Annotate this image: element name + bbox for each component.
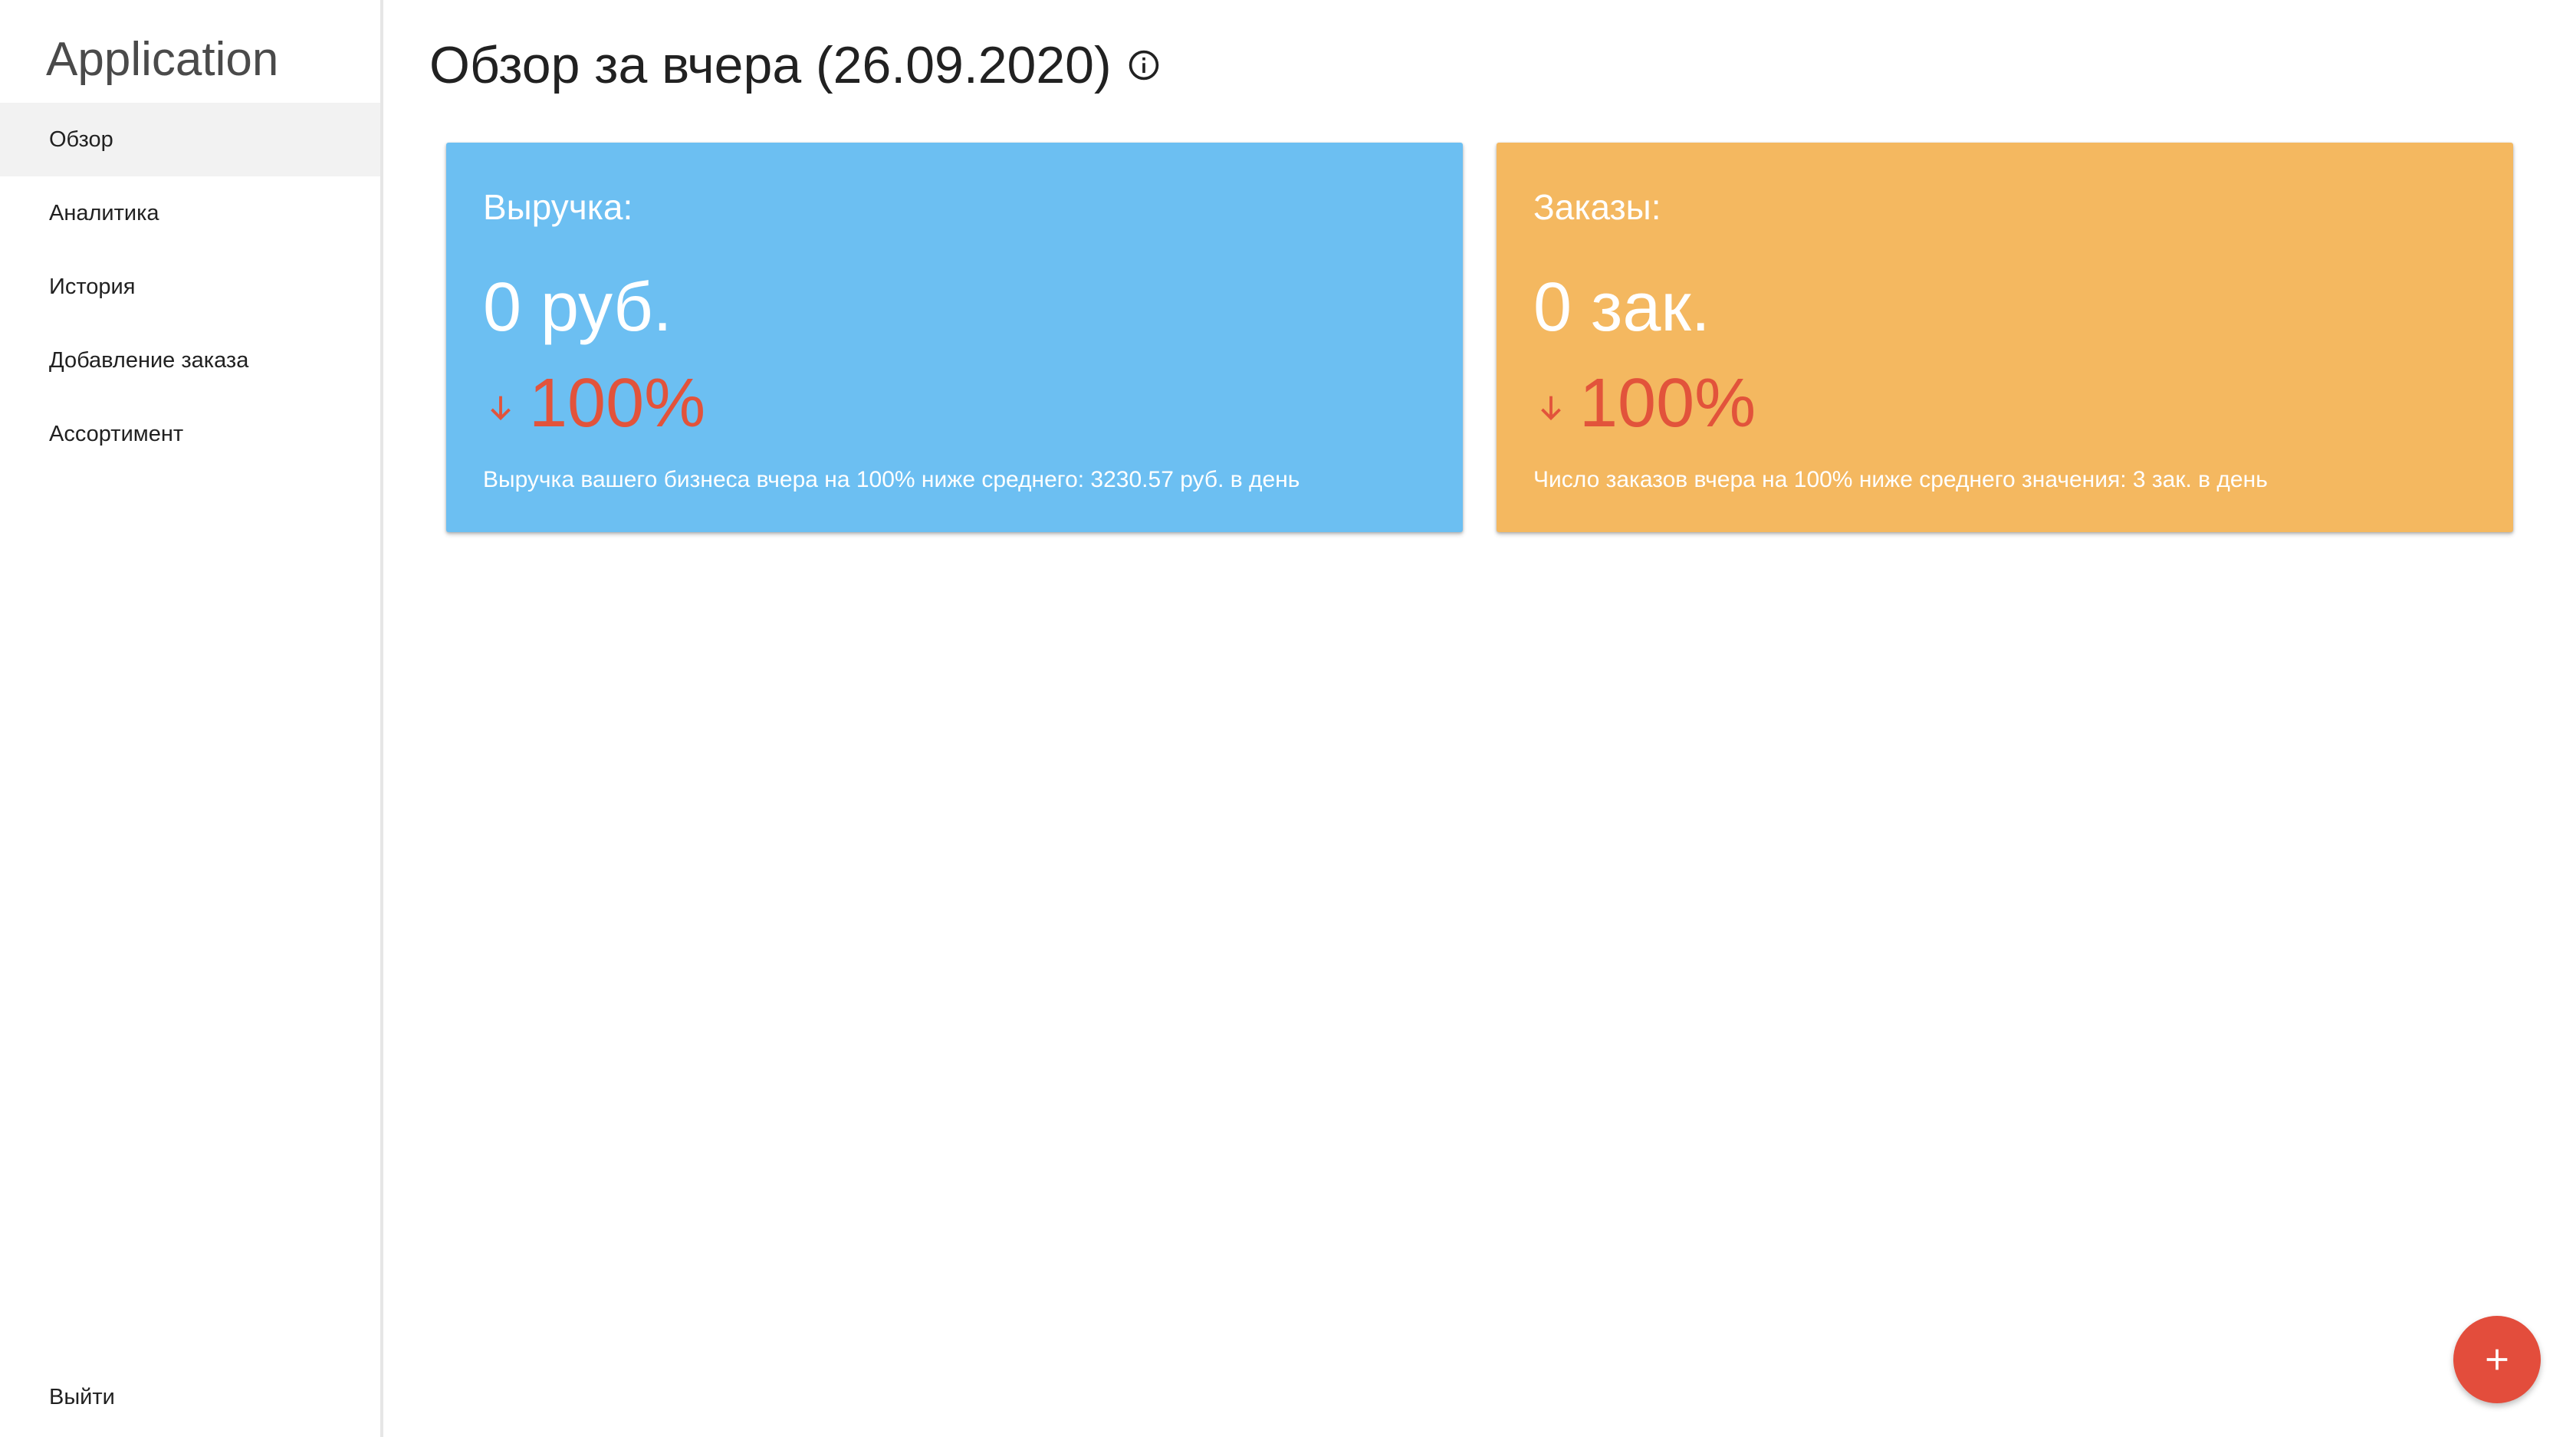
revenue-card-label: Выручка: <box>483 187 633 227</box>
orders-card: Заказы: 0 зак. 100% Число заказов вчера … <box>1497 143 2513 532</box>
revenue-card-value: 0 руб. <box>483 269 672 346</box>
revenue-change-value: 100% <box>529 365 706 442</box>
sidebar-item-overview[interactable]: Обзор <box>0 103 380 176</box>
sidebar-item-assortment[interactable]: Ассортимент <box>0 397 380 471</box>
app-title: Application <box>46 33 279 86</box>
revenue-card: Выручка: 0 руб. 100% Выручка вашего бизн… <box>446 143 1463 532</box>
arrow-down-icon <box>483 390 518 426</box>
orders-card-description: Число заказов вчера на 100% ниже среднег… <box>1533 467 2268 492</box>
revenue-card-description: Выручка вашего бизнеса вчера на 100% ниж… <box>483 467 1300 492</box>
info-circle-icon[interactable] <box>1127 48 1161 82</box>
orders-card-change: 100% <box>1533 365 1756 442</box>
arrow-down-icon <box>1533 390 1569 426</box>
plus-icon <box>2482 1344 2512 1375</box>
orders-card-label: Заказы: <box>1533 187 1661 227</box>
sidebar-nav: Обзор Аналитика История Добавление заказ… <box>0 103 380 471</box>
sidebar: Application Обзор Аналитика История Доба… <box>0 0 383 1437</box>
revenue-card-change: 100% <box>483 365 705 442</box>
sidebar-item-history[interactable]: История <box>0 250 380 324</box>
orders-card-value: 0 зак. <box>1533 269 1710 346</box>
logout-button[interactable]: Выйти <box>0 1360 380 1434</box>
add-button[interactable] <box>2453 1316 2541 1403</box>
page-title: Обзор за вчера (26.09.2020) <box>429 36 1112 94</box>
sidebar-item-analytics[interactable]: Аналитика <box>0 176 380 250</box>
page-header: Обзор за вчера (26.09.2020) <box>429 31 1161 100</box>
orders-change-value: 100% <box>1579 365 1756 442</box>
sidebar-item-add-order[interactable]: Добавление заказа <box>0 324 380 397</box>
